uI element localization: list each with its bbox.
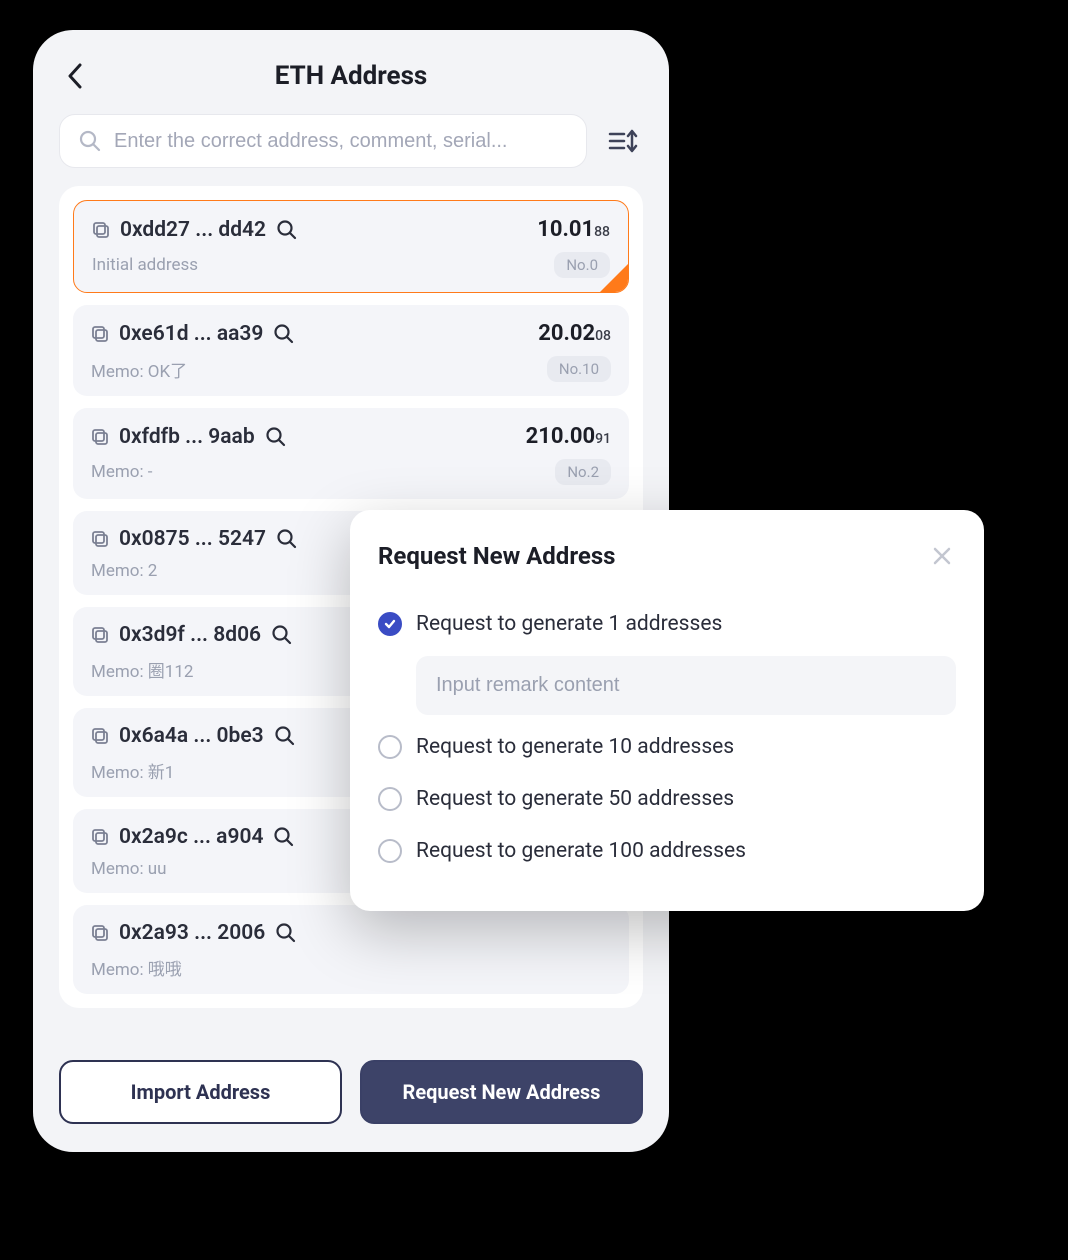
address-text: 0x2a93 ... 2006 <box>119 921 265 945</box>
address-text: 0x3d9f ... 8d06 <box>119 623 261 647</box>
search-input[interactable] <box>114 130 568 153</box>
address-row-bottom: Memo: - No.2 <box>91 459 611 485</box>
address-balance-decimal: 08 <box>595 328 611 344</box>
modal-options: Request to generate 1 addresses Request t… <box>378 598 956 877</box>
copy-icon[interactable] <box>92 221 110 239</box>
back-button[interactable] <box>57 58 93 94</box>
request-address-modal: Request New Address Request to generate … <box>350 510 984 911</box>
radio-icon <box>378 839 402 863</box>
magnify-icon[interactable] <box>271 624 293 646</box>
request-new-address-button[interactable]: Request New Address <box>360 1060 643 1124</box>
address-text: 0xe61d ... aa39 <box>119 322 263 346</box>
address-card[interactable]: 0x2a93 ... 2006 Memo: 哦哦 <box>73 905 629 994</box>
address-row-top: 0xe61d ... aa39 20.0208 <box>91 321 611 346</box>
copy-icon[interactable] <box>91 828 109 846</box>
radio-label: Request to generate 50 addresses <box>416 787 734 811</box>
sort-icon <box>608 128 638 154</box>
radio-option[interactable]: Request to generate 1 addresses <box>378 598 956 650</box>
copy-icon[interactable] <box>91 727 109 745</box>
address-text: 0xdd27 ... dd42 <box>120 218 266 242</box>
page-title: ETH Address <box>93 61 609 91</box>
address-number-badge: No.2 <box>555 459 611 485</box>
magnify-icon[interactable] <box>276 219 298 241</box>
address-row-top: 0xdd27 ... dd42 10.0188 <box>92 217 610 242</box>
magnify-icon[interactable] <box>273 323 295 345</box>
address-memo: Initial address <box>92 255 198 275</box>
radio-option[interactable]: Request to generate 100 addresses <box>378 825 956 877</box>
address-memo: Memo: - <box>91 462 153 482</box>
radio-icon <box>378 612 402 636</box>
address-card[interactable]: 0xe61d ... aa39 20.0208 Memo: OK了 No.10 <box>73 305 629 396</box>
address-row-bottom: Initial addressNo.0 <box>92 252 610 278</box>
address-card[interactable]: 0xfdfb ... 9aab 210.0091 Memo: - No.2 <box>73 408 629 499</box>
search-row <box>33 114 669 186</box>
import-address-button[interactable]: Import Address <box>59 1060 342 1124</box>
radio-option[interactable]: Request to generate 50 addresses <box>378 773 956 825</box>
address-text: 0x6a4a ... 0be3 <box>119 724 264 748</box>
address-row-bottom: Memo: OK了 No.10 <box>91 356 611 382</box>
address-memo: Memo: 哦哦 <box>91 955 182 980</box>
radio-label: Request to generate 100 addresses <box>416 839 746 863</box>
footer: Import Address Request New Address <box>33 1038 669 1152</box>
modal-close-button[interactable] <box>928 542 956 570</box>
magnify-icon[interactable] <box>265 426 287 448</box>
address-row-top: 0x2a93 ... 2006 <box>91 921 611 945</box>
copy-icon[interactable] <box>91 626 109 644</box>
address-text: 0x2a9c ... a904 <box>119 825 263 849</box>
magnify-icon[interactable] <box>273 826 295 848</box>
address-text: 0x0875 ... 5247 <box>119 527 266 551</box>
address-card[interactable]: 0xdd27 ... dd42 10.0188 Initial addressNo.… <box>73 200 629 293</box>
radio-label: Request to generate 1 addresses <box>416 612 722 636</box>
address-memo: Memo: uu <box>91 859 167 879</box>
address-balance-decimal: 88 <box>594 224 610 240</box>
copy-icon[interactable] <box>91 924 109 942</box>
radio-icon <box>378 735 402 759</box>
chevron-left-icon <box>67 63 83 89</box>
address-text: 0xfdfb ... 9aab <box>119 425 255 449</box>
copy-icon[interactable] <box>91 325 109 343</box>
copy-icon[interactable] <box>91 530 109 548</box>
address-memo: Memo: 新1 <box>91 758 174 783</box>
address-memo: Memo: 圈112 <box>91 657 193 682</box>
search-icon <box>78 129 102 153</box>
magnify-icon[interactable] <box>276 528 298 550</box>
magnify-icon[interactable] <box>275 922 297 944</box>
selected-corner-icon <box>600 264 628 292</box>
radio-label: Request to generate 10 addresses <box>416 735 734 759</box>
remark-input[interactable] <box>416 656 956 715</box>
magnify-icon[interactable] <box>274 725 296 747</box>
address-number-badge: No.10 <box>547 356 611 382</box>
address-balance-decimal: 91 <box>595 431 611 447</box>
address-row-bottom: Memo: 哦哦 <box>91 955 611 980</box>
sort-button[interactable] <box>603 121 643 161</box>
address-memo: Memo: 2 <box>91 561 157 581</box>
search-box[interactable] <box>59 114 587 168</box>
address-balance: 210.0091 <box>526 424 611 449</box>
address-memo: Memo: OK了 <box>91 357 187 382</box>
radio-option[interactable]: Request to generate 10 addresses <box>378 721 956 773</box>
address-balance: 10.0188 <box>537 217 610 242</box>
copy-icon[interactable] <box>91 428 109 446</box>
address-balance: 20.0208 <box>538 321 611 346</box>
address-row-top: 0xfdfb ... 9aab 210.0091 <box>91 424 611 449</box>
close-icon <box>933 547 951 565</box>
modal-header: Request New Address <box>378 542 956 570</box>
header: ETH Address <box>33 30 669 114</box>
modal-title: Request New Address <box>378 542 928 570</box>
radio-icon <box>378 787 402 811</box>
